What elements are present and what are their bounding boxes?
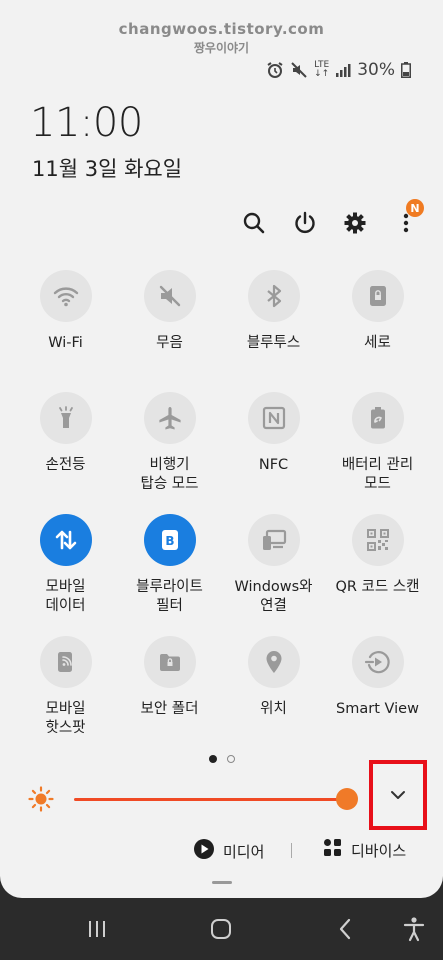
- tile-label: 모바일 핫스팟: [45, 701, 86, 736]
- qr-scan-icon: [351, 514, 404, 566]
- tile-hotspot[interactable]: 모바일 핫스팟: [14, 636, 117, 758]
- accessibility-icon[interactable]: [399, 916, 429, 942]
- tile-bluetooth[interactable]: 블루투스: [222, 270, 325, 392]
- tile-label: 세로: [364, 335, 391, 351]
- tile-flashlight[interactable]: 손전등: [14, 392, 117, 514]
- page-dot[interactable]: [226, 755, 235, 763]
- navigation-bar: [0, 898, 443, 960]
- tile-label: Windows와 연결: [234, 579, 313, 614]
- notification-badge: N: [406, 199, 424, 217]
- home-icon[interactable]: [206, 916, 236, 942]
- media-label: 미디어: [223, 842, 265, 861]
- battery-saver-icon: [351, 392, 404, 444]
- tile-windows-link[interactable]: Windows와 연결: [222, 514, 325, 636]
- divider: [291, 843, 292, 858]
- bluetooth-icon: [247, 270, 300, 322]
- tile-mobile-data[interactable]: 모바일 데이터: [14, 514, 117, 636]
- tile-airplane[interactable]: 비행기 탑승 모드: [118, 392, 221, 514]
- tile-blue-light[interactable]: B 블루라이트 필터: [118, 514, 221, 636]
- watermark: changwoos.tistory.com 짱우이야기: [0, 20, 443, 56]
- brightness-control: [28, 760, 428, 830]
- mute-icon: [143, 270, 196, 322]
- devices-icon: [323, 838, 343, 862]
- clock-date: 11월 3일 화요일: [32, 157, 183, 181]
- tile-label: Smart View: [336, 701, 419, 717]
- recent-apps-icon[interactable]: [82, 916, 112, 942]
- tile-label: 배터리 관리 모드: [341, 457, 414, 492]
- alarm-icon: [266, 61, 284, 79]
- drag-handle[interactable]: [212, 881, 232, 884]
- svg-text:B: B: [165, 534, 174, 548]
- tile-row: 손전등 비행기 탑승 모드 NFC 배터리 관리 모드: [14, 392, 429, 514]
- devices-label: 디바이스: [351, 841, 407, 860]
- devices-button[interactable]: 디바이스: [323, 838, 406, 862]
- page-dot-active[interactable]: [208, 755, 217, 763]
- tile-nfc[interactable]: NFC: [222, 392, 325, 514]
- battery-percent: 30%: [357, 60, 395, 80]
- more-icon[interactable]: N: [388, 199, 424, 241]
- brightness-slider-track[interactable]: [74, 798, 347, 801]
- tile-wifi[interactable]: Wi-Fi: [14, 270, 117, 392]
- back-icon[interactable]: [330, 916, 360, 942]
- tile-mute[interactable]: 무음: [118, 270, 221, 392]
- tile-secure-folder[interactable]: 보안 폴더: [118, 636, 221, 758]
- windows-link-icon: [247, 514, 300, 566]
- tile-label: 비행기 탑승 모드: [140, 457, 199, 492]
- tile-battery-mode[interactable]: 배터리 관리 모드: [326, 392, 429, 514]
- tile-rotation[interactable]: 세로: [326, 270, 429, 392]
- airplane-icon: [143, 392, 196, 444]
- nfc-icon: [247, 392, 300, 444]
- tile-location[interactable]: 위치: [222, 636, 325, 758]
- chevron-down-icon: [389, 786, 407, 805]
- sun-icon: [28, 786, 54, 816]
- watermark-url: changwoos.tistory.com: [118, 20, 325, 38]
- tile-label: NFC: [258, 457, 289, 473]
- tile-row: 모바일 데이터 B 블루라이트 필터 Windows와 연결 QR 코드 스캔: [14, 514, 429, 636]
- signal-icon: [335, 62, 351, 78]
- blue-light-filter-icon: B: [143, 514, 196, 566]
- lte-icon: LTE ↓↑: [314, 60, 330, 79]
- tile-label: 블루라이트 필터: [136, 579, 203, 614]
- flashlight-icon: [39, 392, 92, 444]
- tile-qr-scan[interactable]: QR 코드 스캔: [326, 514, 429, 636]
- wifi-icon: [39, 270, 92, 322]
- tile-row: 모바일 핫스팟 보안 폴더 위치 Smart View: [14, 636, 429, 758]
- status-bar: LTE ↓↑ 30%: [266, 60, 411, 80]
- secure-folder-icon: [143, 636, 196, 688]
- battery-icon: [401, 62, 411, 78]
- mobile-data-icon: [39, 514, 92, 566]
- tile-label: QR 코드 스캔: [335, 579, 420, 595]
- rotation-lock-icon: [351, 270, 404, 322]
- tile-smart-view[interactable]: Smart View: [326, 636, 429, 758]
- gear-icon[interactable]: [337, 205, 373, 241]
- media-device-row: 미디어 디바이스: [0, 838, 443, 864]
- quick-settings-panel: changwoos.tistory.com 짱우이야기 LTE ↓↑ 30% 11…: [0, 0, 443, 898]
- brightness-slider-thumb[interactable]: [336, 788, 358, 810]
- tile-label: 위치: [260, 701, 287, 717]
- play-icon: [193, 838, 215, 864]
- mute-status-icon: [290, 61, 308, 79]
- tile-row: Wi-Fi 무음 블루투스 세로: [14, 270, 429, 392]
- location-icon: [247, 636, 300, 688]
- tile-label: 손전등: [45, 457, 86, 473]
- tile-label: Wi-Fi: [48, 335, 83, 351]
- media-button[interactable]: 미디어: [193, 838, 264, 864]
- tile-label: 모바일 데이터: [45, 579, 86, 614]
- power-icon[interactable]: [287, 205, 323, 241]
- search-icon[interactable]: [236, 205, 272, 241]
- clock-time: 11:00: [30, 100, 143, 146]
- top-action-bar: N: [0, 199, 443, 245]
- tile-label: 무음: [156, 335, 183, 351]
- quick-tiles-grid: Wi-Fi 무음 블루투스 세로 손전등 비행기 탑승 모드 NFC 배터리 관…: [14, 270, 429, 758]
- brightness-expand-button[interactable]: [369, 760, 427, 830]
- tile-label: 블루투스: [246, 335, 301, 351]
- watermark-title: 짱우이야기: [193, 41, 250, 55]
- hotspot-icon: [39, 636, 92, 688]
- tile-label: 보안 폴더: [140, 701, 199, 717]
- smart-view-icon: [351, 636, 404, 688]
